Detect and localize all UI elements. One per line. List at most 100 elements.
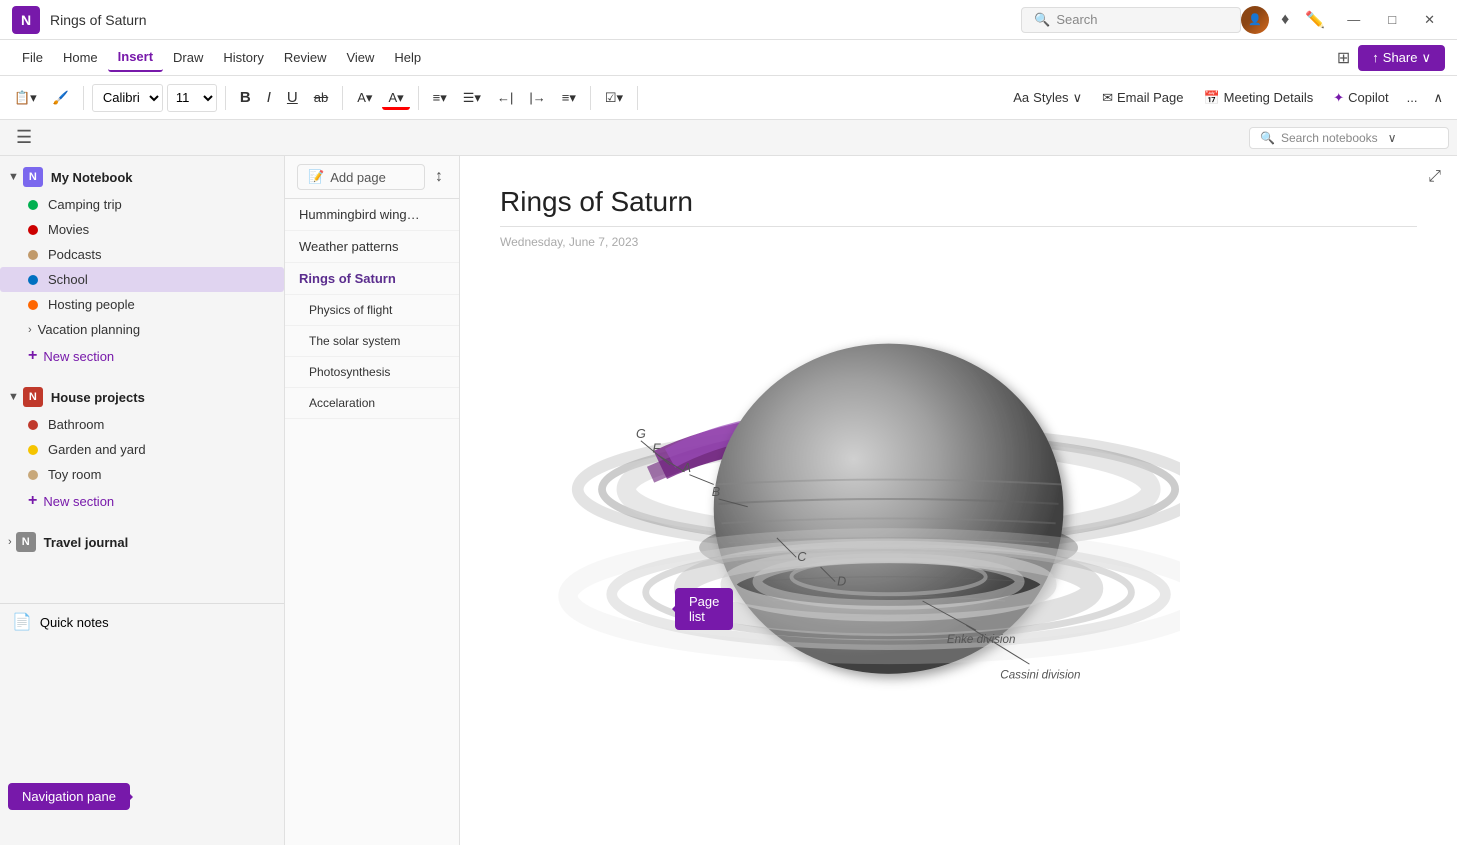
email-page-button[interactable]: ✉ Email Page [1094,86,1191,110]
my-notebook-header[interactable]: ▼ N My Notebook [0,162,284,192]
menu-history[interactable]: History [213,44,273,71]
share-chevron-icon: ∨ [1421,50,1431,66]
ring-label-a: A [682,461,691,475]
page-accelaration[interactable]: Accelaration [285,388,459,419]
camping-trip-dot [28,200,38,210]
menu-insert[interactable]: Insert [108,43,163,72]
section-garden[interactable]: Garden and yard [0,437,284,462]
quick-notes-icon: 📄 [12,612,32,632]
page-title: Rings of Saturn [500,186,1417,227]
school-dot [28,275,38,285]
toolbar-separator-5 [590,86,591,110]
font-size-selector[interactable]: 11 [167,84,217,112]
title-search-box[interactable]: 🔍 Search [1021,7,1241,33]
menu-draw[interactable]: Draw [163,44,213,71]
outdent-button[interactable]: ←| [491,86,519,109]
toolbar-collapse[interactable]: ∧ [1427,86,1449,110]
section-school[interactable]: School [0,267,284,292]
section-camping-trip[interactable]: Camping trip [0,192,284,217]
share-button[interactable]: ↑ Share ∨ [1358,45,1445,71]
diamond-icon[interactable]: ♦ [1277,7,1293,33]
checkbox-button[interactable]: ☑▾ [599,86,629,110]
house-projects-header[interactable]: ▼ N House projects [0,382,284,412]
new-section-house[interactable]: + New section [0,487,284,515]
avatar[interactable]: 👤 [1241,6,1269,34]
title-bar: N Rings of Saturn 🔍 Search 👤 ♦ ✏️ — □ ✕ [0,0,1457,40]
clipboard-button[interactable]: 📋▾ [8,86,43,110]
section-bathroom[interactable]: Bathroom [0,412,284,437]
cassini-label: Cassini division [1000,669,1080,682]
meeting-icon: 📅 [1203,90,1219,106]
close-button[interactable]: ✕ [1414,8,1445,32]
sort-button[interactable]: ↕ [431,164,447,190]
minimize-button[interactable]: — [1337,8,1370,31]
menu-review[interactable]: Review [274,44,337,71]
page-weather[interactable]: Weather patterns [285,231,459,263]
underline-button[interactable]: U [281,85,304,110]
app-title: Rings of Saturn [50,12,1021,28]
edit-icon[interactable]: ✏️ [1301,6,1329,34]
travel-journal-header[interactable]: › N Travel journal [0,527,284,557]
section-movies[interactable]: Movies [0,217,284,242]
toolbar: 📋▾ 🖌️ Calibri 11 B I U ab A▾ A▾ ≡▾ ☰▾ ←|… [0,76,1457,120]
meeting-details-button[interactable]: 📅 Meeting Details [1195,86,1321,110]
italic-button[interactable]: I [261,85,277,110]
house-projects-label: House projects [51,390,145,405]
menu-file[interactable]: File [12,44,53,71]
menu-help[interactable]: Help [384,44,431,71]
menu-bar: File Home Insert Draw History Review Vie… [0,40,1457,76]
styles-button[interactable]: Aa Styles ∨ [1005,86,1090,110]
add-page-icon: 📝 [308,169,324,185]
vacation-chevron: › [28,324,32,336]
styles-chevron: ∨ [1073,90,1083,106]
numbered-list-button[interactable]: ☰▾ [457,86,487,110]
podcasts-dot [28,250,38,260]
bold-button[interactable]: B [234,85,257,110]
section-vacation-planning[interactable]: › Vacation planning [0,317,284,342]
copilot-icon: ✦ [1333,90,1344,106]
notebook-search-box[interactable]: 🔍 Search notebooks ∨ [1249,127,1449,149]
page-solar-system[interactable]: The solar system [285,326,459,357]
notebook-search-expand[interactable]: ∨ [1388,131,1397,145]
highlight-button[interactable]: A▾ [351,86,378,110]
quick-notes[interactable]: 📄 Quick notes [0,603,284,640]
font-selector[interactable]: Calibri [92,84,163,112]
page-physics[interactable]: Physics of flight [285,295,459,326]
my-notebook-icon: N [23,167,43,187]
plus-icon: + [28,347,37,365]
page-hummingbird[interactable]: Hummingbird wing… [285,199,459,231]
navigation-pane: ▼ N My Notebook Camping trip Movies Podc… [0,156,285,845]
house-projects-chevron: ▼ [8,391,19,403]
strikethrough-button[interactable]: ab [308,86,334,109]
title-actions: 👤 ♦ ✏️ — □ ✕ [1241,6,1445,34]
expand-content-button[interactable]: ⤢ [1424,164,1445,190]
notebook-search-icon: 🔍 [1260,131,1275,145]
hosting-dot [28,300,38,310]
menu-right: ⊞ ↑ Share ∨ [1337,45,1445,71]
toolbar-right: Aa Styles ∨ ✉ Email Page 📅 Meeting Detai… [1005,86,1449,110]
menu-view[interactable]: View [336,44,384,71]
hamburger-button[interactable]: ☰ [8,123,40,152]
my-notebook-section: ▼ N My Notebook Camping trip Movies Podc… [0,156,284,376]
content-area: ⤢ Rings of Saturn Wednesday, June 7, 202… [460,156,1457,845]
align-button[interactable]: ≡▾ [556,86,582,110]
section-podcasts[interactable]: Podcasts [0,242,284,267]
more-button[interactable]: ... [1401,86,1424,109]
indent-button[interactable]: |→ [523,86,551,109]
page-rings-of-saturn[interactable]: Rings of Saturn [285,263,459,295]
nav-pane-tooltip: Navigation pane [8,783,130,810]
format-painter-button[interactable]: 🖌️ [47,86,75,110]
section-toy-room[interactable]: Toy room [0,462,284,487]
section-hosting-people[interactable]: Hosting people [0,292,284,317]
add-page-button[interactable]: 📝 Add page [297,164,425,190]
menu-home[interactable]: Home [53,44,108,71]
maximize-button[interactable]: □ [1378,8,1406,31]
bullet-list-button[interactable]: ≡▾ [427,86,453,110]
plus-icon-2: + [28,492,37,510]
font-color-button[interactable]: A▾ [382,86,409,110]
new-section-my-notebook[interactable]: + New section [0,342,284,370]
page-photosynthesis[interactable]: Photosynthesis [285,357,459,388]
copilot-button[interactable]: ✦ Copilot [1325,86,1396,110]
layout-icon[interactable]: ⊞ [1337,48,1350,68]
house-projects-section: ▼ N House projects Bathroom Garden and y… [0,376,284,521]
